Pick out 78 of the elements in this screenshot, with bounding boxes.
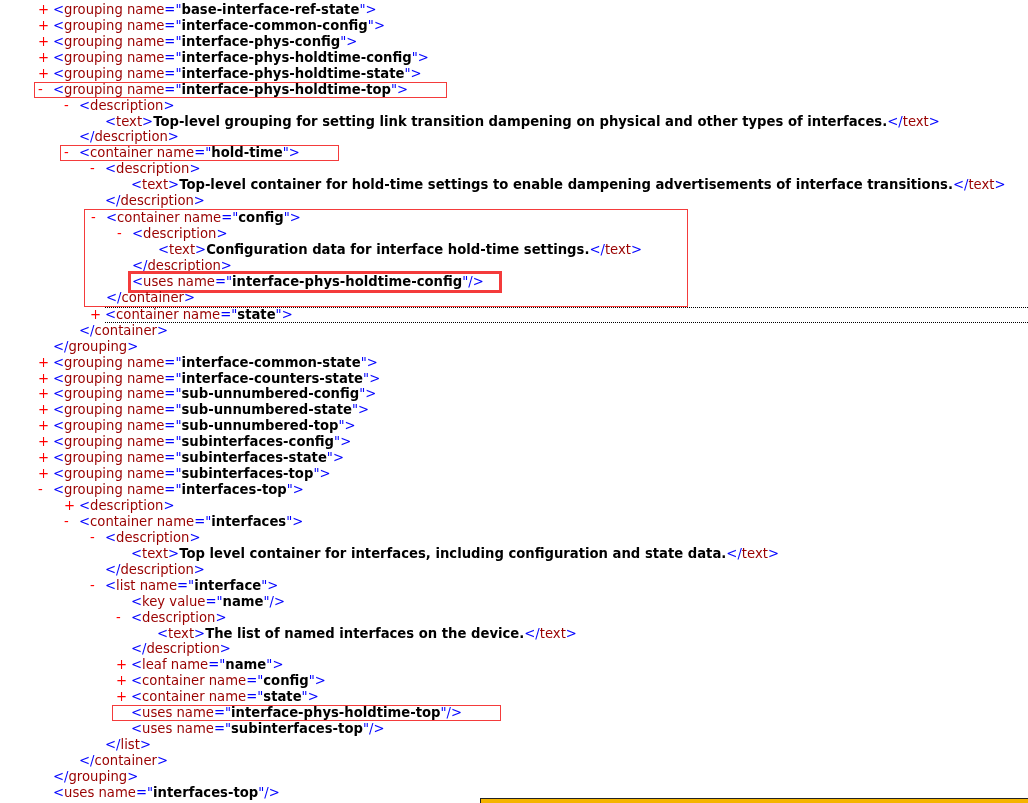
expand-toggle[interactable]: - bbox=[64, 98, 79, 113]
expand-toggle[interactable]: + bbox=[38, 355, 53, 370]
expand-toggle[interactable]: + bbox=[64, 499, 79, 514]
expand-toggle[interactable]: + bbox=[38, 387, 53, 402]
expand-toggle[interactable]: + bbox=[116, 674, 131, 689]
xml-tag-line: </grouping> bbox=[53, 339, 139, 354]
xml-tag-line: </description> bbox=[79, 130, 179, 145]
xml-tag-line: <grouping name="interface-common-config"> bbox=[53, 18, 385, 33]
xml-tag-line: </description> bbox=[105, 562, 205, 577]
xml-tag-line: <leaf name="name"> bbox=[131, 658, 284, 673]
xml-tag-line: </list> bbox=[105, 738, 151, 753]
xml-tag-line: </container> bbox=[79, 323, 169, 338]
xml-tag-line: <key value="name"/> bbox=[131, 594, 286, 609]
expand-toggle[interactable]: + bbox=[38, 50, 53, 65]
xml-tag-line: <grouping name="subinterfaces-top"> bbox=[53, 467, 331, 482]
xml-text-line: <text>Top-level grouping for setting link transition dampening on physical and other types of interfaces.</text> bbox=[105, 114, 940, 129]
xml-tag-line: <grouping name="base-interface-ref-state"> bbox=[53, 2, 377, 17]
xml-tag-line: <uses name="interfaces-top"/> bbox=[53, 785, 280, 800]
expand-toggle[interactable]: - bbox=[91, 211, 106, 226]
xml-tag-line: <description> bbox=[131, 610, 227, 625]
xml-tag-line: <grouping name="interface-phys-config"> bbox=[53, 34, 358, 49]
xml-tag-line: <container name="state"> bbox=[105, 306, 1028, 323]
xml-text-line: <text>Top level container for interfaces, including configuration and state data.</text> bbox=[131, 546, 779, 561]
xml-tag-line: </description> bbox=[132, 258, 232, 273]
xml-tag-line: <grouping name="interface-counters-state"> bbox=[53, 371, 381, 386]
xml-tag-line: <list name="interface"> bbox=[105, 578, 279, 593]
xml-tag-line: <uses name="subinterfaces-top"/> bbox=[131, 722, 385, 737]
expand-toggle[interactable]: + bbox=[38, 371, 53, 386]
xml-tag-line: <description> bbox=[105, 162, 201, 177]
xml-tag-line: <container name="config"> bbox=[106, 211, 301, 226]
expand-toggle[interactable]: + bbox=[38, 435, 53, 450]
expand-toggle[interactable]: + bbox=[38, 403, 53, 418]
xml-tag-line: </container> bbox=[106, 290, 196, 305]
expand-toggle[interactable]: - bbox=[90, 162, 105, 177]
xml-tag-line: <description> bbox=[79, 98, 175, 113]
xml-tag-line: <grouping name="subinterfaces-state"> bbox=[53, 451, 344, 466]
expand-toggle[interactable]: + bbox=[38, 2, 53, 17]
expand-toggle[interactable]: - bbox=[38, 483, 53, 498]
xml-tag-line: </description> bbox=[131, 642, 231, 657]
xml-tag-line: <grouping name="sub-unnumbered-state"> bbox=[53, 403, 370, 418]
expand-toggle[interactable]: - bbox=[90, 578, 105, 593]
expand-toggle[interactable]: - bbox=[117, 227, 132, 242]
expand-toggle[interactable]: + bbox=[38, 34, 53, 49]
expand-toggle[interactable]: + bbox=[90, 307, 105, 322]
expand-toggle[interactable]: + bbox=[38, 419, 53, 434]
xml-tag-line: <description> bbox=[132, 227, 228, 242]
xml-tag-line: <container name="state"> bbox=[131, 690, 319, 705]
xml-text-line: <text>Configuration data for interface hold-time settings.</text> bbox=[158, 243, 642, 258]
expand-toggle[interactable]: - bbox=[64, 146, 79, 161]
xml-tag-line: <grouping name="interface-phys-holdtime-config"> bbox=[53, 50, 429, 65]
xml-tag-line: <container name="interfaces"> bbox=[79, 514, 304, 529]
expand-toggle[interactable]: - bbox=[116, 610, 131, 625]
xml-tag-line: <grouping name="interfaces-top"> bbox=[53, 483, 304, 498]
xml-tag-line: <grouping name="sub-unnumbered-config"> bbox=[53, 387, 377, 402]
expand-toggle[interactable]: + bbox=[38, 18, 53, 33]
xml-text-line: <text>Top-level container for hold-time settings to enable dampening advertisements of interface transitions.</text> bbox=[131, 178, 1006, 193]
xml-tag-line: <grouping name="interface-phys-holdtime-top"> bbox=[53, 82, 409, 97]
xml-tag-line: <uses name="interface-phys-holdtime-top"/> bbox=[131, 706, 463, 721]
xml-tag-line: <grouping name="sub-unnumbered-top"> bbox=[53, 419, 356, 434]
xml-tag-line: <grouping name="interface-phys-holdtime-state"> bbox=[53, 66, 422, 81]
xml-tag-line: </grouping> bbox=[53, 769, 139, 784]
expand-toggle[interactable]: + bbox=[38, 467, 53, 482]
xml-text-line: <text>The list of named interfaces on the device.</text> bbox=[157, 626, 577, 641]
xml-tag-line: <description> bbox=[105, 530, 201, 545]
expand-toggle[interactable]: - bbox=[38, 82, 53, 97]
xml-tag-line: </description> bbox=[105, 194, 205, 209]
xml-tag-line: <grouping name="interface-common-state"> bbox=[53, 355, 378, 370]
expand-toggle[interactable]: + bbox=[38, 451, 53, 466]
expand-toggle[interactable]: - bbox=[90, 530, 105, 545]
xml-tag-line: <description> bbox=[79, 499, 175, 514]
xml-tag-line: <grouping name="subinterfaces-config"> bbox=[53, 435, 352, 450]
xml-tag-line: </container> bbox=[79, 754, 169, 769]
expand-toggle[interactable]: + bbox=[38, 66, 53, 81]
expand-toggle[interactable]: + bbox=[116, 690, 131, 705]
expand-toggle[interactable]: - bbox=[64, 514, 79, 529]
expand-toggle[interactable]: + bbox=[116, 658, 131, 673]
xml-tag-line: <container name="config"> bbox=[131, 674, 326, 689]
xml-tag-line: <container name="hold-time"> bbox=[79, 146, 300, 161]
